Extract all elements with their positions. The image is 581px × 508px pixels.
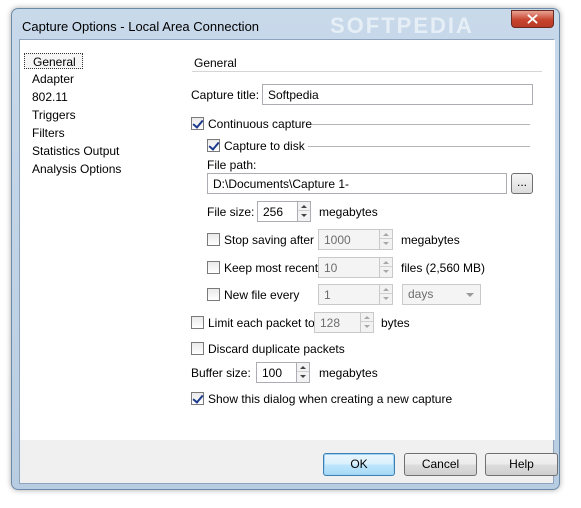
- stop-saving-spinner[interactable]: [379, 229, 393, 250]
- limit-packet-checkbox[interactable]: [191, 316, 204, 329]
- keep-most-recent-input[interactable]: [318, 257, 380, 278]
- close-button[interactable]: [511, 10, 554, 28]
- limit-packet-label: Limit each packet to: [208, 316, 315, 330]
- file-size-input[interactable]: [257, 201, 298, 222]
- keep-most-recent-spinner[interactable]: [379, 257, 393, 278]
- spinner-up-icon[interactable]: [380, 258, 392, 267]
- spinner-up-icon[interactable]: [361, 313, 373, 322]
- nav-item-triggers[interactable]: Triggers: [24, 107, 82, 123]
- spinner-up-icon[interactable]: [380, 285, 392, 294]
- cancel-button[interactable]: Cancel: [404, 453, 477, 476]
- browse-button[interactable]: ...: [511, 173, 533, 194]
- spinner-down-icon[interactable]: [380, 295, 392, 304]
- stop-saving-label: Stop saving after: [224, 233, 315, 247]
- spinner-down-icon[interactable]: [298, 212, 310, 221]
- show-dialog-checkbox[interactable]: [191, 392, 204, 405]
- options-navigation: General Adapter 802.11 Triggers Filters …: [20, 40, 180, 440]
- section-title: General: [194, 56, 237, 70]
- buffer-size-unit: megabytes: [319, 366, 378, 380]
- section-divider: [192, 71, 542, 72]
- new-file-every-checkbox[interactable]: [207, 288, 220, 301]
- buffer-size-input[interactable]: [256, 362, 297, 383]
- spinner-down-icon[interactable]: [380, 240, 392, 249]
- interval-select-value: days: [408, 287, 434, 301]
- dialog-client-area: General Adapter 802.11 Triggers Filters …: [19, 39, 558, 484]
- continuous-capture-checkbox[interactable]: [191, 117, 204, 130]
- capture-title-input[interactable]: [262, 84, 533, 105]
- file-path-input[interactable]: [207, 173, 507, 194]
- capture-to-disk-divider: [308, 146, 530, 147]
- nav-item-general[interactable]: General: [24, 53, 83, 69]
- nav-item-statistics-output[interactable]: Statistics Output: [24, 143, 125, 159]
- buffer-size-spinner[interactable]: [296, 362, 310, 383]
- new-file-every-spinner[interactable]: [379, 284, 393, 305]
- show-dialog-label: Show this dialog when creating a new cap…: [208, 392, 453, 406]
- watermark: SOFTPEDIA: [330, 13, 474, 38]
- chevron-down-icon: [466, 293, 474, 297]
- nav-item-adapter[interactable]: Adapter: [24, 71, 80, 87]
- file-size-unit: megabytes: [319, 205, 378, 219]
- capture-to-disk-label: Capture to disk: [224, 139, 305, 153]
- buffer-size-label: Buffer size:: [191, 366, 251, 380]
- discard-duplicates-label: Discard duplicate packets: [208, 342, 345, 356]
- new-file-every-input[interactable]: [318, 284, 380, 305]
- title-bar[interactable]: Capture Options - Local Area Connection …: [12, 9, 559, 39]
- spinner-down-icon[interactable]: [380, 268, 392, 277]
- capture-title-label: Capture title:: [191, 88, 260, 102]
- capture-options-window: Capture Options - Local Area Connection …: [11, 8, 560, 490]
- interval-select[interactable]: days: [402, 284, 481, 305]
- keep-most-recent-label: Keep most recent: [224, 261, 319, 275]
- limit-packet-input[interactable]: [314, 312, 361, 333]
- file-path-label: File path:: [207, 158, 257, 172]
- nav-item-analysis-options[interactable]: Analysis Options: [24, 161, 127, 177]
- spinner-up-icon[interactable]: [297, 363, 309, 372]
- file-size-spinner[interactable]: [297, 201, 311, 222]
- help-button[interactable]: Help: [485, 453, 558, 476]
- general-panel: General Capture title: Continuous captur…: [180, 40, 555, 440]
- close-icon: [527, 14, 538, 24]
- stop-saving-input[interactable]: [318, 229, 380, 250]
- window-title: Capture Options - Local Area Connection: [22, 19, 260, 34]
- limit-packet-unit: bytes: [381, 316, 410, 330]
- capture-to-disk-checkbox[interactable]: [207, 139, 220, 152]
- file-size-label: File size:: [207, 205, 255, 219]
- ok-button[interactable]: OK: [323, 453, 395, 476]
- continuous-capture-label: Continuous capture: [208, 117, 313, 131]
- stop-saving-unit: megabytes: [401, 233, 460, 247]
- continuous-capture-divider: [312, 124, 530, 125]
- keep-most-recent-checkbox[interactable]: [207, 261, 220, 274]
- new-file-every-label: New file every: [224, 288, 300, 302]
- spinner-down-icon[interactable]: [297, 373, 309, 382]
- nav-item-80211[interactable]: 802.11: [24, 89, 74, 105]
- nav-item-filters[interactable]: Filters: [24, 125, 71, 141]
- keep-most-recent-unit: files (2,560 MB): [401, 261, 486, 275]
- spinner-down-icon[interactable]: [361, 323, 373, 332]
- spinner-up-icon[interactable]: [380, 230, 392, 239]
- limit-packet-spinner[interactable]: [360, 312, 374, 333]
- spinner-up-icon[interactable]: [298, 202, 310, 211]
- stop-saving-checkbox[interactable]: [207, 233, 220, 246]
- discard-duplicates-checkbox[interactable]: [191, 342, 204, 355]
